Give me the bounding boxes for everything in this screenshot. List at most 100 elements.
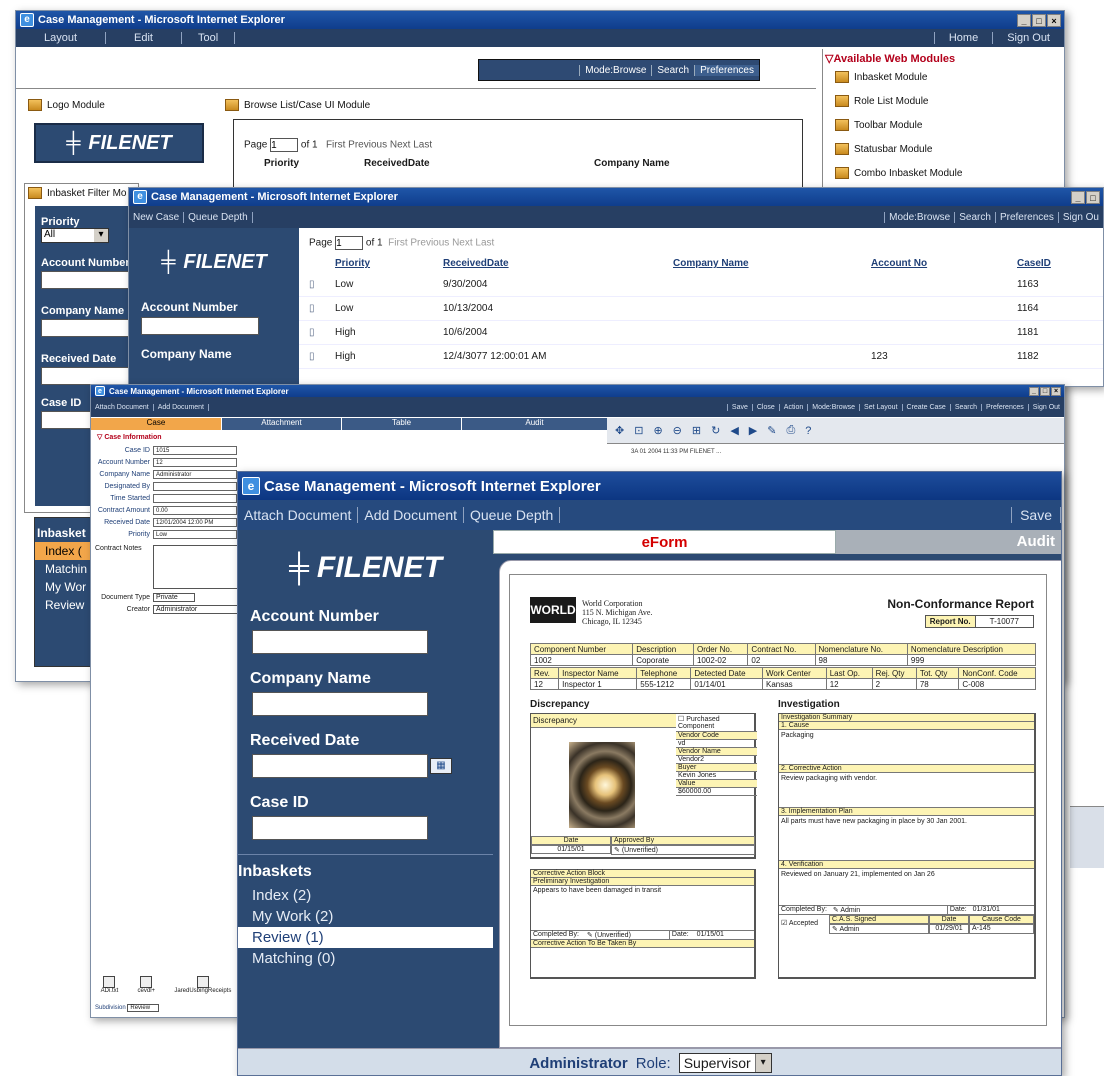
menu-sign-out[interactable]: Sign Out [1029,404,1064,411]
doctype-select[interactable]: Private [153,593,195,602]
vendor-code-value[interactable]: vd [676,740,757,748]
file-icon-receipts[interactable]: JaredUsbingReceipts [174,976,231,994]
menu-attach-document[interactable]: Attach Document [238,507,359,523]
verify-text[interactable]: Reviewed on January 21, implemented on J… [779,869,1034,905]
tool-select-icon[interactable]: ⊡ [634,424,643,437]
col-received-date[interactable]: ReceivedDate [443,258,673,269]
menu-home[interactable]: Home [933,32,994,44]
account-number-input[interactable] [252,630,428,654]
menu-edit[interactable]: Edit [106,32,182,44]
menu-create-case[interactable]: Create Case [903,403,951,411]
buyer-value[interactable]: Kevin Jones [676,772,757,780]
case-field-input[interactable]: Low [153,530,237,539]
cause-code[interactable]: A-145 [969,924,1034,934]
table-row[interactable]: ▯ Low 9/30/2004 1163 [299,273,1103,297]
grid-value-cell[interactable]: Kansas [761,678,827,690]
tab-audit[interactable]: Audit [836,530,1061,554]
prelim-text[interactable]: Appears to have been damaged in transit [531,886,754,930]
company-name-input[interactable] [252,692,428,716]
filter-company-input[interactable] [41,319,131,337]
col-company-name[interactable]: Company Name [594,158,670,169]
vendor-name-value[interactable]: Vendor2 [676,756,757,764]
module-statusbar[interactable]: Statusbar Module [823,137,1064,161]
menu-search[interactable]: Search [955,211,996,223]
grid-value-cell[interactable]: 999 [906,654,1037,666]
page-input[interactable] [270,138,299,152]
contract-notes-input[interactable] [153,545,239,589]
module-toolbar[interactable]: Toolbar Module [823,113,1064,137]
approved-by-value[interactable]: ✎ (Unverified) [611,845,755,855]
mode-browse-button[interactable]: Mode:Browse [579,64,651,76]
corrective-text[interactable]: Review packaging with vendor. [779,773,1034,807]
impl-text[interactable]: All parts must have new packaging in pla… [779,816,1034,860]
menu-preferences[interactable]: Preferences [996,211,1059,223]
grid-value-cell[interactable]: 98 [814,654,908,666]
inbasket-index[interactable]: Index (2) [238,885,493,906]
menu-mode-browse[interactable]: Mode:Browse [884,211,956,223]
grid-value-cell[interactable]: 02 [747,654,816,666]
tool-pan-icon[interactable]: ✥ [615,424,624,437]
module-combo-inbasket[interactable]: Combo Inbasket Module [823,161,1064,185]
case-field-input[interactable]: 12/01/2004 12:00 PM [153,518,237,527]
maximize-button[interactable]: □ [1086,190,1100,204]
date3-value[interactable]: 01/31/01 [969,906,1004,914]
menu-new-case[interactable]: New Case [129,211,185,223]
page-input[interactable] [335,236,364,250]
menu-sign-out[interactable]: Sign Out [993,32,1064,44]
inbasket-review[interactable]: Review (1) [238,927,493,948]
grid-value-cell[interactable]: C-008 [958,678,1036,690]
grid-value-cell[interactable]: 01/14/01 [690,678,763,690]
page-nav[interactable]: First Previous Next Last [326,140,432,151]
cas-signer[interactable]: ✎ Admin [829,924,929,934]
menu-close[interactable]: Close [753,403,780,411]
preferences-button[interactable]: Preferences [694,64,759,76]
role-select[interactable]: Supervisor ▾ [678,1053,772,1073]
case-field-input[interactable]: Administrator [153,470,237,479]
case-field-input[interactable]: 1015 [153,446,237,455]
menu-layout[interactable]: Layout [16,32,107,44]
tool-next-icon[interactable]: ▶ [749,424,757,437]
filter-date-input[interactable] [41,367,131,385]
tab-case[interactable]: Case [91,418,221,430]
menu-action[interactable]: Action [780,403,809,411]
menu-add-document[interactable]: Add Document [154,403,210,411]
maximize-button[interactable]: □ [1040,386,1050,396]
accepted-check[interactable]: ☑ Accepted [779,915,829,934]
table-row[interactable]: ▯ High 12/4/3077 12:00:01 AM 123 1182 [299,345,1103,369]
cas-date[interactable]: 01/29/01 [929,924,969,934]
subdivision-select[interactable]: Review [127,1004,160,1012]
col-account-no[interactable]: Account No [871,258,1017,269]
menu-sign-out[interactable]: Sign Ou [1059,212,1103,223]
case-field-input[interactable] [153,482,237,491]
grid-value-cell[interactable]: Inspector 1 [558,678,638,690]
menu-save[interactable]: Save [1011,507,1061,523]
grid-value-cell[interactable]: 12 [825,678,873,690]
menu-save[interactable]: Save [726,403,753,411]
menu-mode-browse[interactable]: Mode:Browse [808,403,861,411]
comp2-value[interactable]: ✎ Admin [829,906,947,914]
case-field-input[interactable] [153,494,237,503]
col-priority[interactable]: Priority [335,258,443,269]
priority-select[interactable]: All ▾ [41,228,109,243]
menu-preferences[interactable]: Preferences [982,403,1029,411]
grid-value-cell[interactable]: 1002-02 [692,654,749,666]
case-field-input[interactable]: 12 [153,458,237,467]
date-value[interactable]: 01/15/01 [531,845,611,854]
close-button[interactable]: × [1047,13,1061,27]
tool-print-icon[interactable]: ⎙ [786,424,795,437]
file-icon-cevdl[interactable]: cevdl+ [138,976,155,994]
module-inbasket[interactable]: Inbasket Module [823,67,1064,89]
tab-eform[interactable]: eForm [493,530,836,554]
account-number-input[interactable] [141,317,259,335]
menu-queue-depth[interactable]: Queue Depth [184,211,253,223]
date2-value[interactable]: 01/15/01 [691,931,730,939]
search-button[interactable]: Search [651,64,694,76]
case-id-input[interactable] [252,816,428,840]
table-row[interactable]: ▯ Low 10/13/2004 1164 [299,297,1103,321]
minimize-button[interactable]: _ [1029,386,1039,396]
col-caseid[interactable]: CaseID [1017,258,1051,269]
tool-rotate-icon[interactable]: ↻ [711,424,720,437]
grid-value-cell[interactable]: 2 [871,678,917,690]
completed-by-value[interactable]: ✎ (Unverified) [581,931,669,939]
grid-value-cell[interactable]: 12 [529,678,560,690]
